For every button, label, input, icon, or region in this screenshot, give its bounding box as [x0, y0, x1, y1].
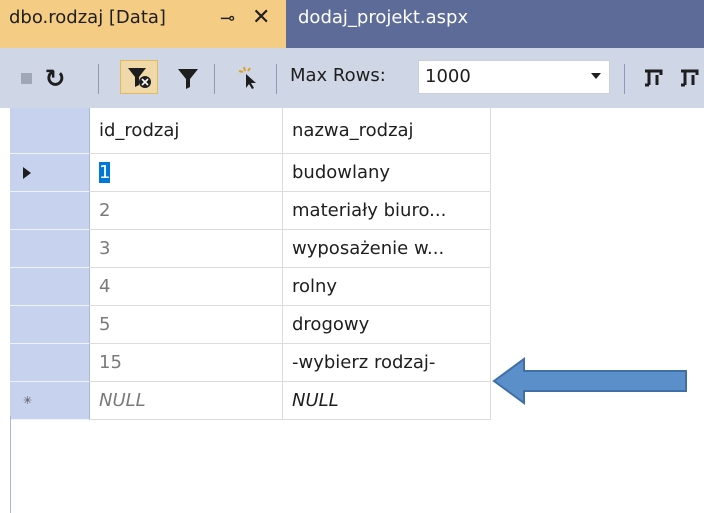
toolbar-separator: [276, 64, 277, 94]
cell-nazwa-rodzaj[interactable]: budowlany: [283, 154, 491, 192]
toolbar-separator: [98, 64, 99, 94]
close-icon[interactable]: ✕: [252, 5, 270, 30]
cell-nazwa-rodzaj[interactable]: wyposażenie w...: [283, 230, 491, 268]
toolbar-separator: [624, 64, 625, 94]
column-header-nazwa-rodzaj[interactable]: nazwa_rodzaj: [283, 108, 491, 154]
data-toolbar: ↻ Max Rows: 1000: [0, 48, 704, 108]
max-rows-label: Max Rows:: [290, 65, 386, 86]
tab-title: dbo.rodzaj [Data]: [9, 7, 166, 28]
cell-id-rodzaj[interactable]: 3: [90, 230, 283, 268]
cell-id-rodzaj-null[interactable]: NULL: [90, 382, 283, 420]
script-cursor-icon[interactable]: [232, 48, 264, 108]
row-header[interactable]: [10, 306, 90, 344]
grid-header-row: id_rodzaj nazwa_rodzaj: [10, 108, 491, 154]
table-row[interactable]: 2 materiały biuro...: [10, 192, 491, 230]
pin-icon[interactable]: ⊸: [220, 8, 235, 29]
column-header-id-rodzaj[interactable]: id_rodzaj: [90, 108, 283, 154]
max-rows-value: 1000: [425, 66, 471, 87]
filter-clear-icon[interactable]: [120, 60, 158, 94]
refresh-icon[interactable]: ↻: [40, 48, 70, 108]
cell-id-rodzaj[interactable]: 4: [90, 268, 283, 306]
chevron-down-icon[interactable]: [591, 73, 601, 79]
cell-nazwa-rodzaj[interactable]: -wybierz rodzaj-: [283, 344, 491, 382]
row-header-current[interactable]: [10, 154, 90, 192]
cell-nazwa-rodzaj[interactable]: rolny: [283, 268, 491, 306]
row-header[interactable]: [10, 268, 90, 306]
cell-id-rodzaj[interactable]: 2: [90, 192, 283, 230]
pane-layout-icon[interactable]: [676, 48, 702, 108]
annotation-arrow-icon: [492, 357, 687, 405]
cell-id-rodzaj[interactable]: 1: [90, 154, 283, 192]
cell-id-rodzaj[interactable]: 5: [90, 306, 283, 344]
stop-icon[interactable]: [14, 48, 38, 108]
document-tab-strip: dbo.rodzaj [Data] ⊸ ✕ dodaj_projekt.aspx: [0, 0, 704, 48]
data-grid: id_rodzaj nazwa_rodzaj 1 budowlany 2 mat…: [10, 108, 491, 420]
table-row[interactable]: 5 drogowy: [10, 306, 491, 344]
table-row[interactable]: 4 rolny: [10, 268, 491, 306]
table-row[interactable]: 3 wyposażenie w...: [10, 230, 491, 268]
cell-nazwa-rodzaj[interactable]: materiały biuro...: [283, 192, 491, 230]
table-row[interactable]: 1 budowlany: [10, 154, 491, 192]
table-row[interactable]: 15 -wybierz rodzaj-: [10, 344, 491, 382]
cell-nazwa-rodzaj[interactable]: drogowy: [283, 306, 491, 344]
tab-title: dodaj_projekt.aspx: [298, 7, 469, 28]
row-header[interactable]: [10, 230, 90, 268]
select-all-corner[interactable]: [10, 108, 90, 154]
cell-nazwa-rodzaj-null[interactable]: NULL: [283, 382, 491, 420]
row-header-new[interactable]: [10, 382, 90, 420]
filter-icon[interactable]: [172, 48, 204, 108]
cell-id-rodzaj[interactable]: 15: [90, 344, 283, 382]
max-rows-select[interactable]: 1000: [418, 60, 610, 94]
pane-layout-icon[interactable]: [640, 48, 666, 108]
row-header[interactable]: [10, 344, 90, 382]
toolbar-separator: [214, 64, 215, 94]
tab-rodzaj-data[interactable]: dbo.rodzaj [Data] ⊸ ✕: [0, 0, 286, 48]
row-header[interactable]: [10, 192, 90, 230]
grid-left-edge: [10, 416, 11, 513]
new-row[interactable]: NULL NULL: [10, 382, 491, 420]
